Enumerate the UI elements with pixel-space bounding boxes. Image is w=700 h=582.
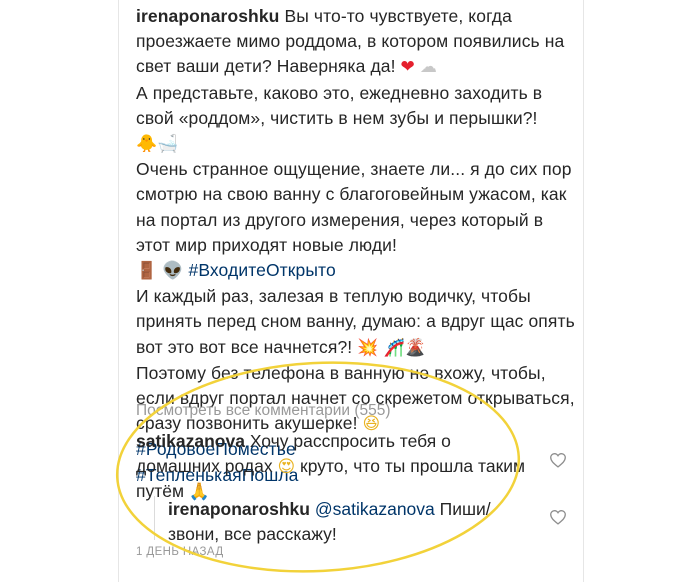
caption-paragraph-1: irenaponaroshku Вы что-то чувствуете, ко… — [136, 4, 576, 81]
bathtub-icon: 🛁 — [157, 134, 179, 155]
caption-text-3: Очень странное ощущение, знаете ли... я … — [136, 159, 572, 255]
comment-item: satikazanova Хочу расспросить тебя о дом… — [136, 429, 536, 505]
door-icon: 🚪 — [136, 261, 158, 282]
caption-text-2: А представьте, каково это, ежедневно зах… — [136, 82, 543, 128]
caption-paragraph-4: И каждый раз, залезая в теплую водичку, … — [136, 284, 576, 361]
caption-text-4: И каждый раз, залезая в теплую водичку, … — [136, 286, 575, 357]
roller-coaster-icon: 🎢 — [383, 337, 405, 358]
caption-paragraph-5: Поэтому без телефона в ванную не вхожу, … — [136, 361, 576, 438]
chick-icon: 🐥 — [136, 134, 158, 155]
caption-text-5: Поэтому без телефона в ванную не вхожу, … — [136, 362, 575, 434]
like-reply-heart-icon[interactable] — [549, 509, 567, 525]
caption-paragraph-2: А представьте, каково это, ежедневно зах… — [136, 81, 576, 158]
volcano-icon: 🌋 — [404, 337, 427, 358]
reply-item: irenaponaroshku @satikazanova Пиши/звони… — [168, 497, 528, 546]
heart-eyes-icon: 😍 — [277, 456, 296, 477]
alien-icon: 👽 — [162, 261, 184, 282]
caption-paragraph-3: Очень странное ощущение, знаете ли... я … — [136, 157, 576, 284]
comment-author-username[interactable]: satikazanova — [136, 431, 245, 451]
post-timestamp: 1 ДЕНЬ НАЗАД — [136, 546, 224, 558]
cloud-icon: ☁ — [419, 57, 437, 78]
caption-author-username[interactable]: irenaponaroshku — [136, 6, 279, 26]
red-heart-icon: ❤ — [400, 57, 415, 78]
reply-mention-link[interactable]: @satikazanova — [315, 499, 435, 519]
reply-author-username[interactable]: irenaponaroshku — [168, 499, 310, 519]
like-comment-heart-icon[interactable] — [549, 452, 567, 468]
hashtag-link-1[interactable]: #ВходитеОткрыто — [189, 260, 336, 280]
reply-thread-line — [154, 496, 155, 540]
view-all-comments-link[interactable]: Посмотреть все комментарии (555) — [136, 402, 391, 420]
collision-icon: 💥 — [357, 337, 379, 358]
